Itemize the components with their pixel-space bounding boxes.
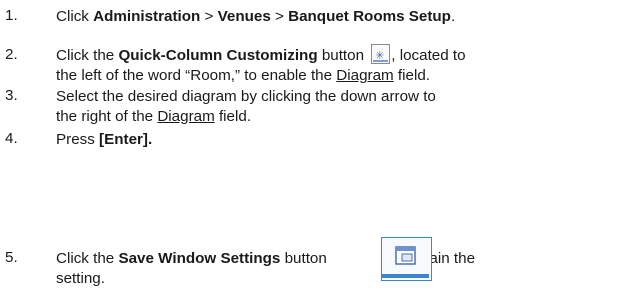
text-fragment: field.	[214, 108, 252, 125]
separator: >	[270, 8, 289, 25]
step-text: Select the desired diagram by clicking t…	[56, 87, 635, 127]
text-fragment: setting.	[56, 270, 105, 287]
step-number: 5.	[5, 249, 18, 266]
text-fragment: Click the	[56, 250, 119, 267]
text-fragment: .	[450, 8, 456, 25]
text-fragment: the right of the	[56, 108, 158, 125]
text-fragment: , located to	[391, 47, 466, 64]
step-text: Click Administration > Venues > Banquet …	[56, 7, 635, 27]
text-fragment: button	[280, 250, 327, 267]
text-fragment: field.	[393, 67, 430, 84]
step-text: Click the Save Window Settings button to …	[56, 249, 635, 289]
text-fragment: the left of the word “Room,” to enable t…	[56, 67, 337, 84]
menu-administration: Administration	[93, 8, 201, 25]
text-fragment: Press	[56, 131, 100, 148]
text-fragment: Click the	[56, 47, 119, 64]
diagram-field-reference: Diagram	[336, 67, 394, 84]
window-icon	[382, 246, 429, 278]
text-fragment: button	[317, 47, 369, 64]
step-number: 4.	[5, 130, 18, 147]
menu-banquet-rooms-setup: Banquet Rooms Setup	[288, 8, 451, 25]
step-number: 3.	[5, 87, 18, 104]
save-window-settings-label: Save Window Settings	[118, 250, 281, 267]
text-fragment: Click	[56, 8, 94, 25]
separator: >	[200, 8, 218, 25]
enter-key-label: [Enter].	[99, 131, 153, 148]
step-text: Press [Enter].	[56, 130, 635, 150]
step-number: 1.	[5, 7, 18, 24]
diagram-field-reference: Diagram	[157, 108, 215, 125]
menu-venues: Venues	[217, 8, 271, 25]
step-number: 2.	[5, 46, 18, 63]
quick-column-customizing-icon	[371, 44, 391, 66]
text-fragment: Select the desired diagram by clicking t…	[56, 88, 436, 105]
save-window-settings-icon	[381, 237, 432, 281]
quick-column-customizing-label: Quick-Column Customizing	[118, 47, 318, 64]
step-text: Click the Quick-Column Customizing butto…	[56, 44, 635, 86]
